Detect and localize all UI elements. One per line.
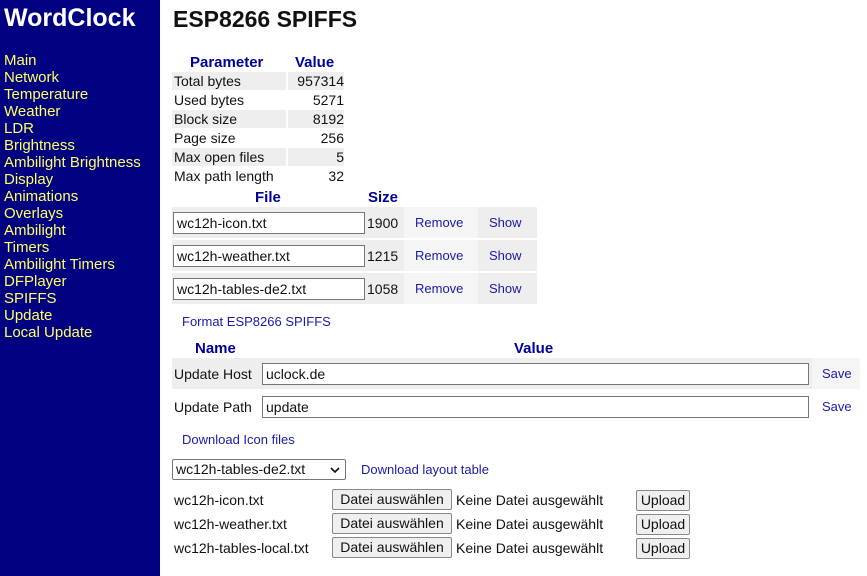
upload-file-name: wc12h-weather.txt (174, 516, 287, 532)
update-path-input[interactable]: update (262, 396, 809, 418)
file-size: 1215 (367, 248, 399, 264)
show-link[interactable]: Show (489, 215, 522, 230)
upload-file-name: wc12h-tables-local.txt (174, 540, 309, 556)
remove-link[interactable]: Remove (415, 281, 463, 296)
upload-button[interactable]: Upload (636, 538, 690, 559)
param-value: 256 (320, 130, 344, 146)
file-name-field[interactable]: wc12h-tables-de2.txt (173, 278, 365, 300)
choose-file-button[interactable]: Datei auswählen (332, 537, 452, 558)
sidebar-item-spiffs[interactable]: SPIFFS (4, 290, 141, 307)
update-host-input[interactable]: uclock.de (262, 363, 809, 385)
update-path-label: Update Path (174, 399, 252, 415)
size-header: Size (368, 189, 399, 206)
update-host-label: Update Host (174, 366, 252, 382)
value-header: Value (295, 54, 335, 71)
settings-value-header: Value (514, 340, 554, 357)
sidebar-item-local-update[interactable]: Local Update (4, 324, 141, 341)
sidebar-item-timers[interactable]: Timers (4, 239, 141, 256)
no-file-selected: Keine Datei ausgewählt (456, 516, 604, 532)
upload-button[interactable]: Upload (636, 514, 690, 535)
param-value: 957314 (288, 72, 344, 90)
file-size: 1900 (367, 215, 399, 231)
param-name: Max open files (172, 148, 286, 166)
sidebar-item-temperature[interactable]: Temperature (4, 86, 141, 103)
remove-link[interactable]: Remove (415, 248, 463, 263)
file-size: 1058 (367, 281, 399, 297)
sidebar-item-brightness[interactable]: Brightness (4, 137, 141, 154)
show-link[interactable]: Show (489, 248, 522, 263)
param-header: Parameter (190, 54, 264, 71)
chevron-down-icon (330, 467, 340, 474)
layout-table-select[interactable]: wc12h-tables-de2.txt (172, 459, 346, 480)
param-value: 5271 (312, 92, 344, 108)
sidebar-item-dfplayer[interactable]: DFPlayer (4, 273, 141, 290)
upload-button[interactable]: Upload (636, 490, 690, 511)
param-name: Used bytes (174, 92, 245, 108)
sidebar-menu: Main Network Temperature Weather LDR Bri… (4, 52, 141, 341)
remove-link[interactable]: Remove (415, 215, 463, 230)
sidebar-item-ambilight[interactable]: Ambilight (4, 222, 141, 239)
param-name: Total bytes (172, 72, 286, 90)
sidebar-item-display[interactable]: Display (4, 171, 141, 188)
download-layout-table-link[interactable]: Download layout table (361, 462, 489, 477)
no-file-selected: Keine Datei ausgewählt (456, 492, 604, 508)
name-header: Name (195, 340, 236, 357)
upload-file-name: wc12h-icon.txt (174, 492, 264, 508)
file-name-field[interactable]: wc12h-icon.txt (173, 212, 365, 234)
sidebar-item-overlays[interactable]: Overlays (4, 205, 141, 222)
save-path-link[interactable]: Save (822, 399, 852, 414)
sidebar-item-main[interactable]: Main (4, 52, 141, 69)
layout-table-selected: wc12h-tables-de2.txt (176, 461, 306, 477)
format-spiffs-link[interactable]: Format ESP8266 SPIFFS (182, 314, 331, 329)
param-value: 32 (328, 168, 344, 184)
param-name: Max path length (174, 168, 274, 184)
choose-file-button[interactable]: Datei auswählen (332, 513, 452, 534)
show-link[interactable]: Show (489, 281, 522, 296)
param-name: Page size (174, 130, 236, 146)
sidebar-item-ldr[interactable]: LDR (4, 120, 141, 137)
no-file-selected: Keine Datei ausgewählt (456, 540, 604, 556)
sidebar-item-ambilight-timers[interactable]: Ambilight Timers (4, 256, 141, 273)
file-name-field[interactable]: wc12h-weather.txt (173, 245, 365, 267)
sidebar: WordClock Main Network Temperature Weath… (0, 0, 160, 576)
app-brand: WordClock (4, 4, 136, 32)
param-value: 5 (288, 148, 344, 166)
choose-file-button[interactable]: Datei auswählen (332, 489, 452, 510)
file-header: File (255, 189, 281, 206)
param-value: 8192 (288, 110, 344, 128)
param-name: Block size (172, 110, 286, 128)
sidebar-item-update[interactable]: Update (4, 307, 141, 324)
sidebar-item-animations[interactable]: Animations (4, 188, 141, 205)
save-host-link[interactable]: Save (822, 366, 852, 381)
sidebar-item-network[interactable]: Network (4, 69, 141, 86)
sidebar-item-weather[interactable]: Weather (4, 103, 141, 120)
download-icon-files-link[interactable]: Download Icon files (182, 432, 295, 447)
sidebar-item-ambilight-brightness[interactable]: Ambilight Brightness (4, 154, 141, 171)
page-title: ESP8266 SPIFFS (173, 6, 358, 32)
